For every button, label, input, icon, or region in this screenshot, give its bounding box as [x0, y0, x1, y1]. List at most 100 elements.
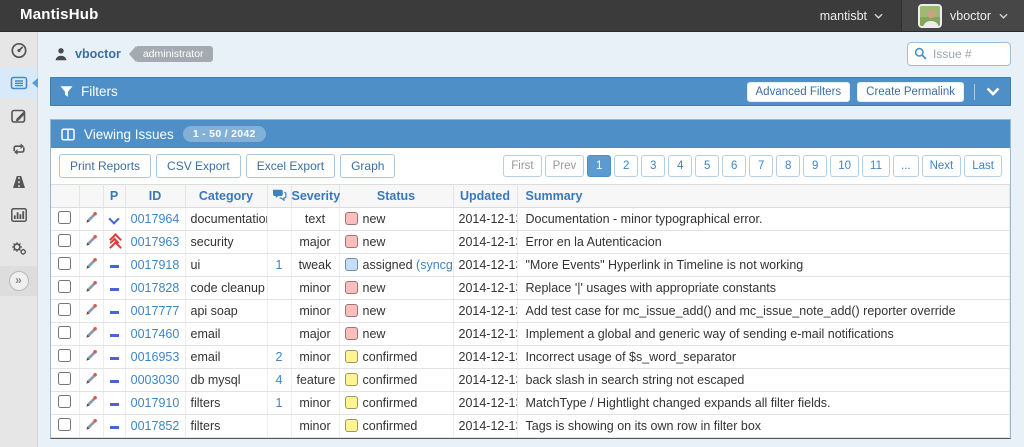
chevron-down-icon: [999, 13, 1008, 19]
advanced-filters-button[interactable]: Advanced Filters: [747, 82, 851, 102]
issue-id-link[interactable]: 0017852: [131, 419, 180, 433]
header-status[interactable]: Status: [339, 185, 453, 208]
sidebar-item-report-issue[interactable]: [0, 101, 37, 131]
current-username-link[interactable]: vboctor: [75, 47, 121, 61]
print-reports-button[interactable]: Print Reports: [59, 154, 151, 178]
row-checkbox[interactable]: [58, 372, 71, 385]
issue-id-link[interactable]: 0017828: [131, 281, 180, 295]
row-checkbox[interactable]: [58, 395, 71, 408]
sidebar-item-view-issues[interactable]: [0, 68, 37, 98]
updated-cell: 2014-12-13: [453, 415, 517, 438]
issue-id-link[interactable]: 0017963: [131, 235, 180, 249]
note-count-link[interactable]: 1: [276, 258, 283, 272]
summary-cell: MatchType / Hightlight changed expands a…: [517, 392, 1010, 415]
header-summary[interactable]: Summary: [517, 185, 1010, 208]
status-label: new: [363, 281, 386, 295]
page-11[interactable]: 11: [862, 155, 890, 177]
edit-pencil-icon[interactable]: [85, 234, 98, 247]
row-checkbox[interactable]: [58, 303, 71, 316]
sidebar-collapse-button[interactable]: »: [0, 266, 37, 296]
issue-id-link[interactable]: 0017777: [131, 304, 180, 318]
status-swatch: [345, 281, 358, 294]
divider: [974, 84, 975, 100]
header-id[interactable]: ID: [125, 185, 185, 208]
issue-id-link[interactable]: 0017918: [131, 258, 180, 272]
create-permalink-button[interactable]: Create Permalink: [857, 82, 964, 102]
graph-button[interactable]: Graph: [340, 154, 395, 178]
row-checkbox[interactable]: [58, 326, 71, 339]
status-swatch: [345, 396, 358, 409]
issue-id-link[interactable]: 0017910: [131, 396, 180, 410]
page-3[interactable]: 3: [641, 155, 665, 177]
filters-expand-chevron-icon[interactable]: [985, 86, 1001, 97]
sidebar-item-roadmap[interactable]: [0, 167, 37, 197]
csv-export-button[interactable]: CSV Export: [156, 154, 241, 178]
row-checkbox[interactable]: [58, 211, 71, 224]
status-swatch: [345, 327, 358, 340]
dashboard-icon: [10, 41, 28, 59]
row-checkbox[interactable]: [58, 280, 71, 293]
header-notes[interactable]: [267, 185, 291, 208]
edit-pencil-icon[interactable]: [85, 303, 98, 316]
excel-export-button[interactable]: Excel Export: [246, 154, 335, 178]
edit-pencil-icon[interactable]: [85, 257, 98, 270]
user-dropdown[interactable]: vboctor: [901, 0, 1024, 31]
page-9[interactable]: 9: [803, 155, 827, 177]
issue-id-link[interactable]: 0016953: [131, 350, 180, 364]
edit-pencil-icon[interactable]: [85, 395, 98, 408]
header-updated[interactable]: Updated: [453, 185, 517, 208]
summary-cell: Add test case for mc_issue_add() and mc_…: [517, 300, 1010, 323]
page-6[interactable]: 6: [722, 155, 746, 177]
page-1[interactable]: 1: [587, 155, 611, 177]
issue-id-link[interactable]: 0003030: [131, 373, 180, 387]
edit-pencil-icon[interactable]: [85, 211, 98, 224]
role-badge: administrator: [136, 46, 213, 62]
row-checkbox[interactable]: [58, 349, 71, 362]
row-checkbox[interactable]: [58, 257, 71, 270]
note-count-link[interactable]: 2: [276, 350, 283, 364]
header-category[interactable]: Category: [185, 185, 267, 208]
page-first: First: [503, 155, 541, 177]
summary-cell: "More Events" Hyperlink in Timeline is n…: [517, 254, 1010, 277]
issues-toolbar: Print Reports CSV Export Excel Export Gr…: [51, 148, 1010, 184]
priority-icon: [109, 235, 121, 250]
edit-pencil-icon[interactable]: [85, 326, 98, 339]
priority-icon: [110, 311, 119, 314]
updated-cell: 2014-12-13: [453, 392, 517, 415]
edit-pencil-icon[interactable]: [85, 372, 98, 385]
sidebar-item-dashboard[interactable]: [0, 35, 37, 65]
page-next[interactable]: Next: [922, 155, 962, 177]
issue-id-link[interactable]: 0017460: [131, 327, 180, 341]
page-7[interactable]: 7: [749, 155, 773, 177]
page-5[interactable]: 5: [695, 155, 719, 177]
page-4[interactable]: 4: [668, 155, 692, 177]
edit-pencil-icon[interactable]: [85, 349, 98, 362]
page-last[interactable]: Last: [964, 155, 1002, 177]
note-count-link[interactable]: 1: [276, 396, 283, 410]
table-row: 0017964 documentation text new 2014-12-1…: [51, 208, 1010, 231]
summary-cell: Implement a global and generic way of se…: [517, 323, 1010, 346]
status-label: confirmed: [363, 396, 418, 410]
edit-pencil-icon[interactable]: [85, 280, 98, 293]
sidebar-item-summary[interactable]: [0, 200, 37, 230]
page-8[interactable]: 8: [776, 155, 800, 177]
header-priority[interactable]: P: [103, 185, 125, 208]
issue-id-link[interactable]: 0017964: [131, 212, 180, 226]
row-checkbox[interactable]: [58, 418, 71, 431]
page-2[interactable]: 2: [614, 155, 638, 177]
severity-cell: minor: [291, 392, 339, 415]
project-dropdown[interactable]: mantisbt: [802, 0, 901, 31]
status-label: new: [363, 304, 386, 318]
row-checkbox[interactable]: [58, 234, 71, 247]
issue-count-badge: 1 - 50 / 2042: [183, 126, 266, 142]
page-10[interactable]: 10: [830, 155, 859, 177]
sidebar-item-changelog[interactable]: [0, 134, 37, 164]
edit-pencil-icon[interactable]: [85, 418, 98, 431]
sidebar-item-manage[interactable]: [0, 233, 37, 263]
header-severity[interactable]: Severity: [291, 185, 339, 208]
updated-cell: 2014-12-13: [453, 208, 517, 231]
priority-icon: [110, 403, 119, 406]
note-count-link[interactable]: 4: [276, 373, 283, 387]
severity-cell: minor: [291, 346, 339, 369]
assignee-link[interactable]: (syncguru): [416, 258, 453, 272]
